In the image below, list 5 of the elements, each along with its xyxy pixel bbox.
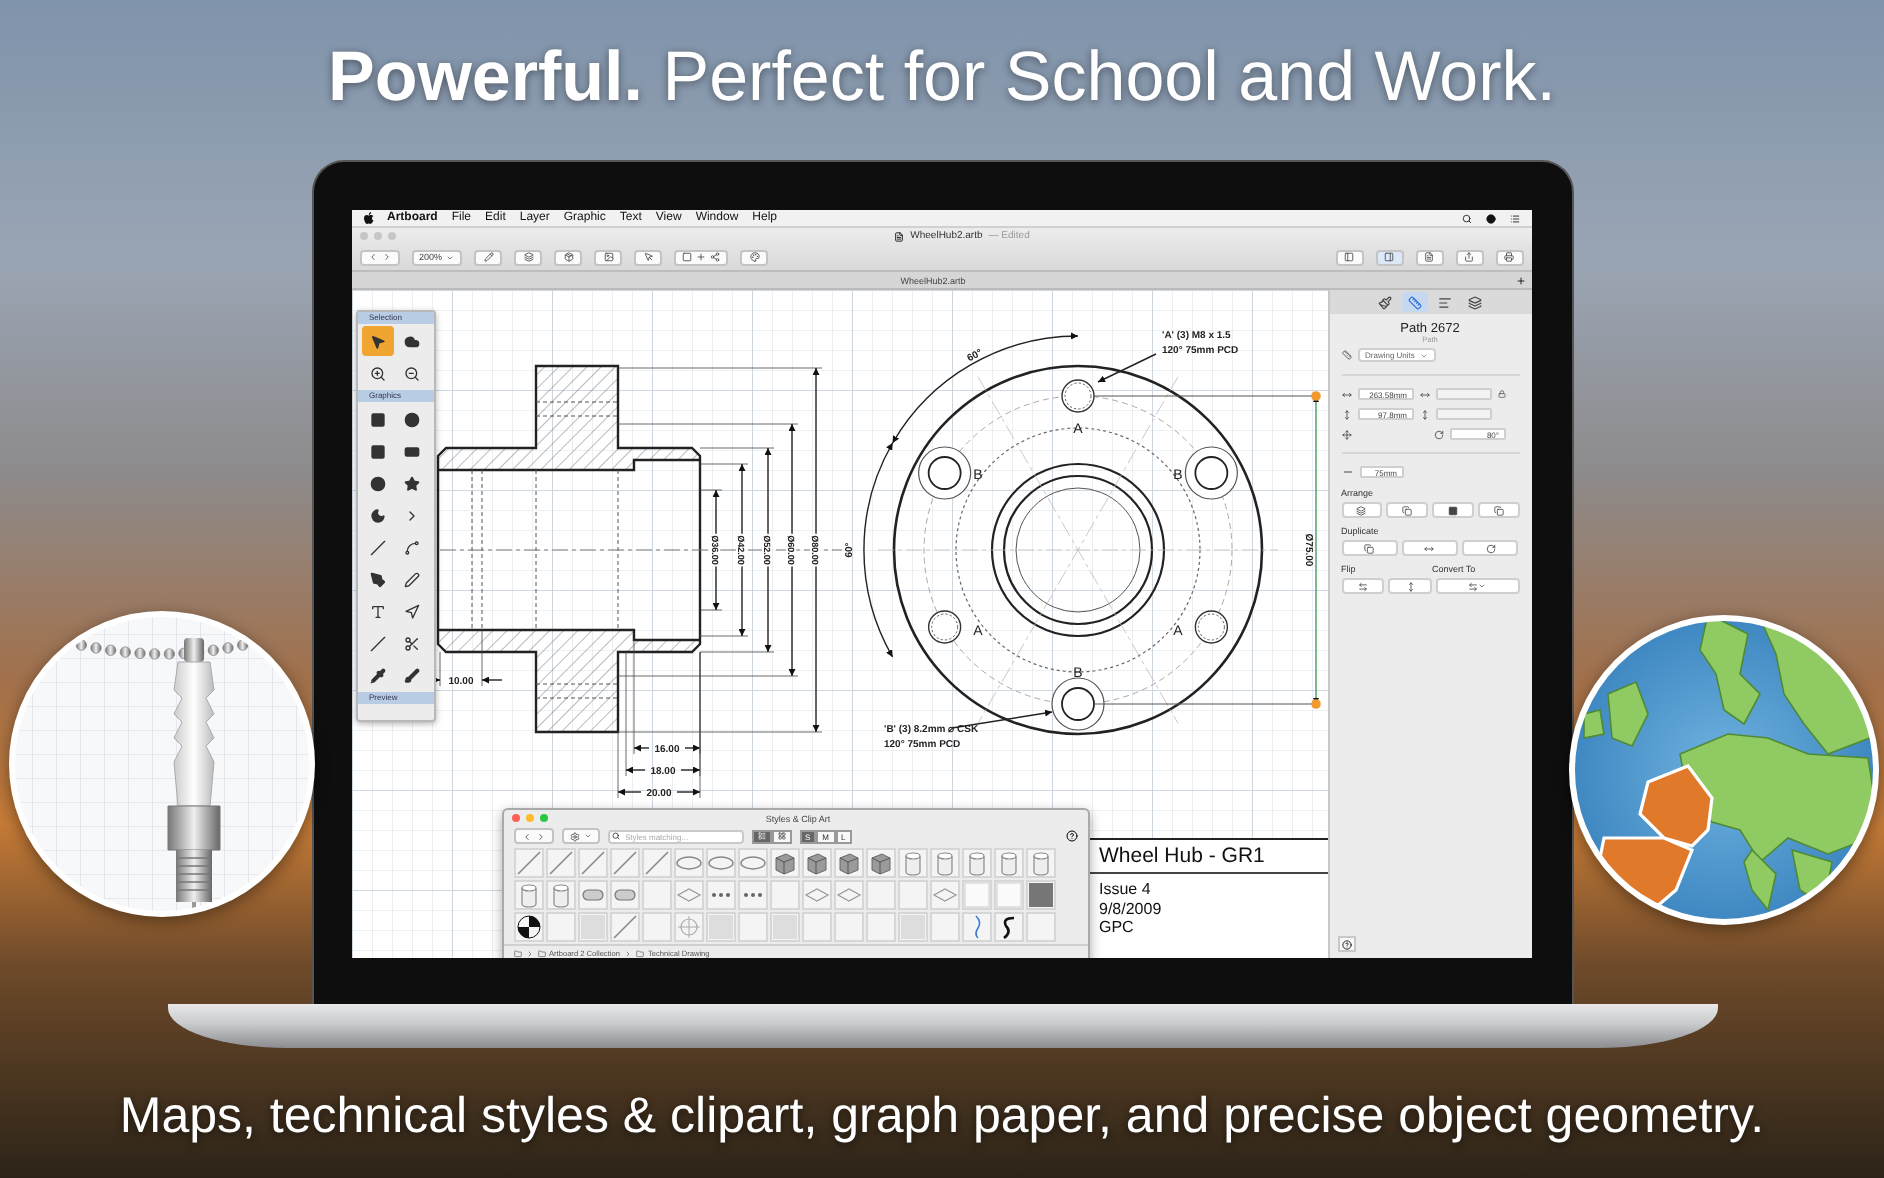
title-block-text: 9/8/2009 — [1097, 899, 1164, 918]
title-block-text: Issue 4 — [1097, 880, 1153, 899]
headline: Powerful. Perfect for School and Work. — [327, 36, 1557, 120]
caption: Maps, technical styles & clipart, graph paper, and precise object geometry. — [119, 1088, 1765, 1146]
title-block-text: GPC — [1097, 918, 1136, 937]
